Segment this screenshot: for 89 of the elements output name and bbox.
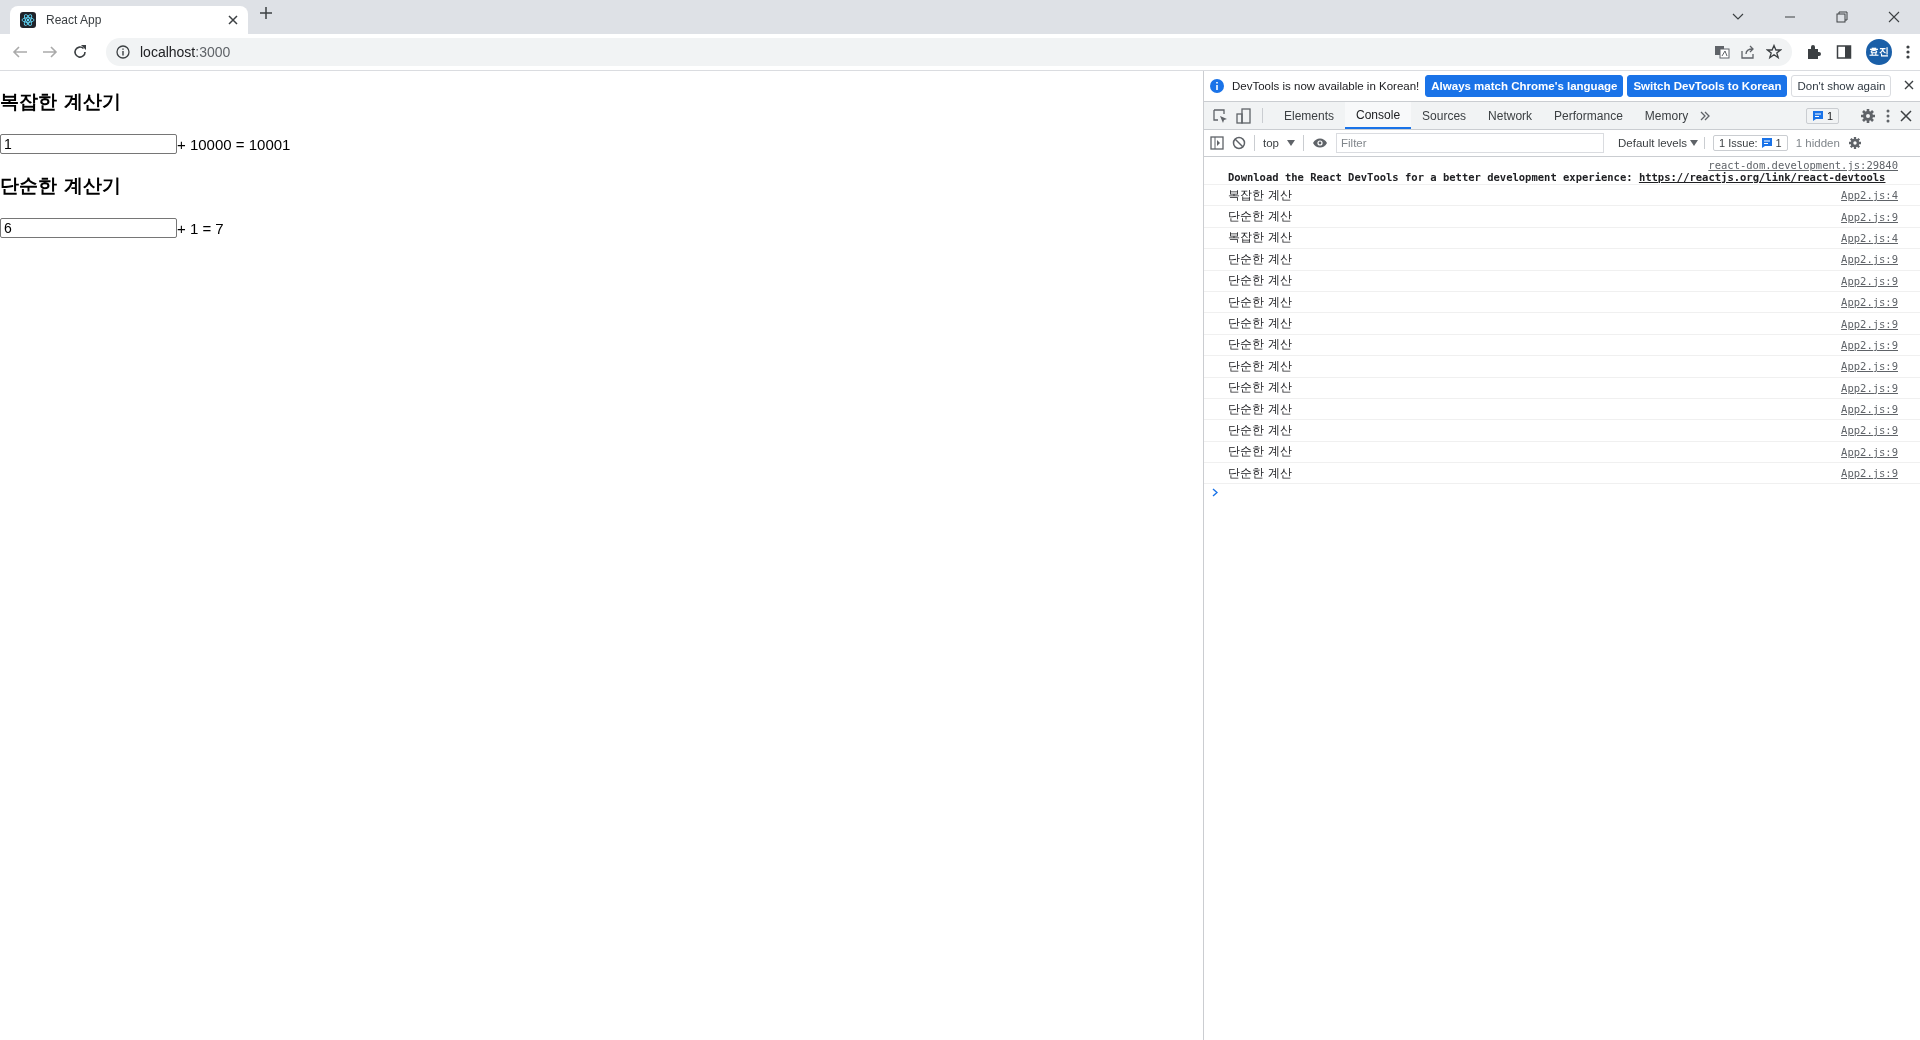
more-icon[interactable] <box>1886 108 1890 123</box>
console-message: 단순한 계산 <box>1228 250 1293 268</box>
console-message: Download the React DevTools for a better development experience: https://reactjs.org/link/react-devtools <box>1228 171 1886 183</box>
chevron-down-icon[interactable] <box>1732 13 1744 21</box>
console-message: 단순한 계산 <box>1228 443 1293 461</box>
puzzle-icon[interactable] <box>1806 44 1822 60</box>
source-link[interactable]: App2.js:9 <box>1841 253 1898 266</box>
plus-icon[interactable] <box>260 7 272 19</box>
console-message: 단순한 계산 <box>1228 400 1293 418</box>
more-icon[interactable] <box>1906 44 1910 60</box>
console-message: 단순한 계산 <box>1228 272 1293 290</box>
settings-icon[interactable] <box>1847 136 1862 150</box>
console-message: 단순한 계산 <box>1228 464 1293 482</box>
log-levels-dropdown[interactable]: Default levels <box>1618 137 1688 149</box>
source-link[interactable]: App2.js:9 <box>1841 338 1898 351</box>
share-icon[interactable] <box>1740 44 1756 60</box>
console-message: 단순한 계산 <box>1228 293 1293 311</box>
source-link[interactable]: App2.js:9 <box>1841 467 1898 480</box>
infobar-button[interactable]: Always match Chrome's language <box>1425 75 1624 97</box>
prompt-chevron-icon <box>1212 488 1218 498</box>
sidebar-icon[interactable] <box>1210 136 1224 150</box>
source-link[interactable]: react-dom.development.js:29840 <box>1228 159 1898 171</box>
settings-icon[interactable] <box>1860 107 1876 124</box>
number-input[interactable]: 1 <box>0 134 177 154</box>
close-icon[interactable] <box>1904 80 1914 90</box>
inspect-icon[interactable] <box>1212 107 1228 124</box>
info-icon[interactable] <box>116 45 130 59</box>
console-message: 단순한 계산 <box>1228 422 1293 439</box>
devtools-tab[interactable]: Network <box>1477 102 1544 129</box>
caret-icon <box>1287 140 1295 146</box>
source-link[interactable]: App2.js:9 <box>1841 274 1898 287</box>
console-message: 복잡한 계산 <box>1228 186 1293 204</box>
caret-icon <box>1690 140 1699 146</box>
close-icon[interactable] <box>1900 109 1912 122</box>
message-icon <box>1760 137 1773 149</box>
source-link[interactable]: App2.js:4 <box>1841 189 1898 202</box>
console-message: 단순한 계산 <box>1228 208 1293 226</box>
devtools-tab[interactable]: Console <box>1345 102 1412 129</box>
translate-icon[interactable] <box>1714 44 1730 60</box>
devtools-link[interactable]: https://reactjs.org/link/react-devtools <box>1638 171 1886 183</box>
hidden-count: 1 hidden <box>1795 137 1840 149</box>
devtools-tab[interactable]: Elements <box>1273 102 1346 129</box>
console-message: 단순한 계산 <box>1228 336 1293 354</box>
infobar-message: DevTools is now available in Korean! <box>1232 80 1420 92</box>
source-link[interactable]: App2.js:9 <box>1841 403 1898 416</box>
infobar-button[interactable]: Don't show again <box>1791 75 1892 97</box>
result-text: + 10000 = 10001 <box>177 135 291 153</box>
eye-icon[interactable] <box>1312 137 1328 149</box>
clear-console-icon[interactable] <box>1232 136 1246 150</box>
source-link[interactable]: App2.js:9 <box>1841 381 1898 394</box>
more-tabs-icon[interactable] <box>1699 109 1712 122</box>
message-count-button[interactable]: 1 <box>1805 107 1839 124</box>
console-message: 복잡한 계산 <box>1228 229 1293 247</box>
info-icon <box>1210 79 1224 93</box>
profile-avatar[interactable]: 효진 <box>1866 39 1892 65</box>
context-dropdown[interactable]: top <box>1263 137 1279 149</box>
source-link[interactable]: App2.js:9 <box>1841 210 1898 223</box>
infobar-button[interactable]: Switch DevTools to Korean <box>1627 75 1788 97</box>
reload-icon[interactable] <box>72 44 88 60</box>
console-message: 단순한 계산 <box>1228 315 1293 333</box>
number-input[interactable]: 6 <box>0 218 177 238</box>
browser-tab[interactable]: React App <box>10 6 248 34</box>
message-icon <box>1811 109 1824 122</box>
side-panel-icon[interactable] <box>1836 44 1852 60</box>
console-message: 단순한 계산 <box>1228 379 1293 397</box>
result-text: + 1 = 7 <box>177 219 224 237</box>
react-logo-icon[interactable] <box>20 12 36 28</box>
close-icon[interactable] <box>1888 11 1900 23</box>
console-message: 단순한 계산 <box>1228 357 1293 375</box>
address-bar[interactable]: localhost:3000 <box>106 38 1792 66</box>
calculator-heading: 단순한 계산기 <box>0 173 122 198</box>
close-icon[interactable] <box>228 15 238 25</box>
tab-title: React App <box>46 13 103 27</box>
devtools-tab[interactable]: Sources <box>1411 102 1478 129</box>
source-link[interactable]: App2.js:9 <box>1841 360 1898 373</box>
source-link[interactable]: App2.js:9 <box>1841 445 1898 458</box>
calculator-heading: 복잡한 계산기 <box>0 89 122 114</box>
url-text: localhost:3000 <box>140 44 232 60</box>
devtools-tab[interactable]: Memory <box>1633 102 1700 129</box>
source-link[interactable]: App2.js:9 <box>1841 424 1898 437</box>
source-link[interactable]: App2.js:9 <box>1841 317 1898 330</box>
device-toolbar-icon[interactable] <box>1236 107 1252 124</box>
devtools-tab[interactable]: Performance <box>1543 102 1634 129</box>
filter-field[interactable]: Filter <box>1336 133 1604 153</box>
issues-button[interactable]: 1 Issue: 1 <box>1713 135 1788 151</box>
source-link[interactable]: App2.js:4 <box>1841 231 1898 244</box>
star-icon[interactable] <box>1766 44 1782 60</box>
source-link[interactable]: App2.js:9 <box>1841 296 1898 309</box>
restore-icon[interactable] <box>1836 11 1848 23</box>
